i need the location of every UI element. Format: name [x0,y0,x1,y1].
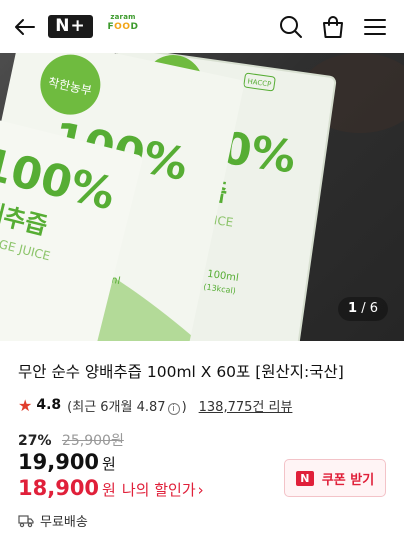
my-discount-price-link[interactable]: 18,900 원 나의 할인가 › [18,476,204,500]
star-icon: ★ [18,395,33,415]
coupon-label: 쿠폰 받기 [321,472,375,488]
price-unit: 원 [102,455,116,473]
recent-rating: (최근 6개월 4.87 i) [67,399,187,415]
shopping-bag-icon[interactable] [318,12,348,42]
rating-summary: ★ 4.8 (최근 6개월 4.87 i) 138,775건 리뷰 [18,395,292,415]
search-icon[interactable] [276,12,306,42]
back-arrow-icon[interactable] [10,12,40,42]
naver-plus-logo[interactable]: N+ [48,15,93,38]
image-page-counter: 1 / 6 [338,297,388,321]
product-image-carousel[interactable]: 착한농부 100% 양배추즙 CABBAGE JUICE 100ml (13kc… [0,53,404,341]
top-navigation-bar: N+ zaram FOOD [0,0,404,53]
shipping-info: 무료배송 [18,511,88,530]
discount-row: 27% 25,900원 [18,430,124,450]
hamburger-menu-icon[interactable] [360,12,390,42]
product-title: 무안 순수 양배추즙 100ml X 60포 [원산지:국산] [18,363,344,381]
shipping-label: 무료배송 [40,515,88,530]
truck-icon [18,514,34,527]
info-icon[interactable]: i [167,402,180,415]
get-coupon-button[interactable]: N 쿠폰 받기 [284,459,386,497]
sale-price: 19,900 원 [18,450,116,474]
my-price-value: 18,900 [18,476,100,500]
rating-score: 4.8 [36,397,62,413]
chevron-right-icon: › [197,481,204,499]
discount-rate: 27% [18,433,52,449]
naver-n-icon: N [295,470,314,486]
review-count-link[interactable]: 138,775건 리뷰 [199,396,293,415]
original-price: 25,900원 [61,433,124,449]
my-price-unit: 원 [102,481,116,499]
zaram-food-store-logo[interactable]: zaram FOOD [106,14,140,38]
price-value: 19,900 [18,450,100,474]
brand-line-2: FOOD [107,22,139,32]
brand-line-1: zaram [110,13,136,21]
my-price-label: 나의 할인가 [121,481,196,499]
